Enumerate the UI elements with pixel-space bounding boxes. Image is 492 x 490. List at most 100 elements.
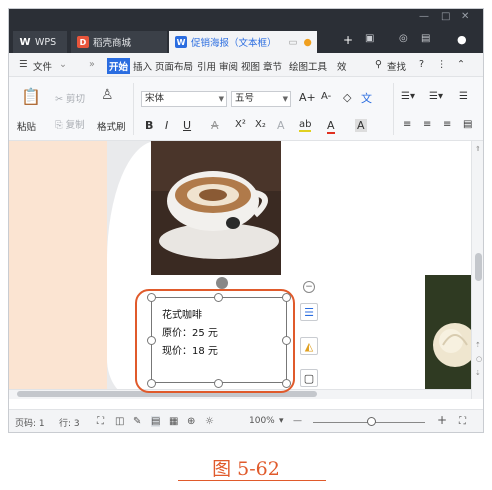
- resize-handle-b[interactable]: [214, 379, 223, 388]
- help-icon[interactable]: ?: [419, 59, 424, 70]
- scroll-up-icon[interactable]: ⇑: [475, 145, 481, 153]
- search-button[interactable]: 查找: [387, 59, 406, 73]
- chevron-down-icon[interactable]: ⌄: [59, 59, 67, 70]
- account-icon[interactable]: ◎: [399, 33, 408, 44]
- resize-handle-tr[interactable]: [282, 293, 291, 302]
- avatar[interactable]: ●: [457, 33, 467, 46]
- minimize-icon[interactable]: —: [419, 11, 429, 22]
- menu-file[interactable]: 文件: [33, 59, 52, 73]
- tab-drawing-tools[interactable]: 绘图工具: [289, 59, 327, 73]
- textbox-line-product[interactable]: 花式咖啡: [162, 306, 202, 321]
- tab-effects[interactable]: 效: [337, 59, 347, 73]
- new-tab-button[interactable]: +: [343, 33, 353, 47]
- bold-button[interactable]: B: [145, 119, 153, 132]
- grow-font-button[interactable]: A+: [299, 91, 316, 104]
- page-indicator[interactable]: 页码: 1: [15, 416, 45, 429]
- resize-handle-l[interactable]: [147, 336, 156, 345]
- next-page-icon[interactable]: ⇣: [475, 369, 481, 377]
- outline-button[interactable]: ▢: [300, 369, 318, 387]
- collapse-icon[interactable]: −: [303, 281, 315, 293]
- align-right-icon[interactable]: ≡: [443, 119, 451, 130]
- resize-handle-tl[interactable]: [147, 293, 156, 302]
- rose-image[interactable]: [425, 275, 471, 389]
- font-color-button[interactable]: A: [327, 119, 335, 134]
- char-shade-button[interactable]: A: [355, 119, 367, 132]
- resize-handle-br[interactable]: [282, 379, 291, 388]
- vertical-scrollbar[interactable]: ⇑ ⇡ ○ ⇣: [471, 141, 483, 399]
- fit-window-icon[interactable]: ⛶: [459, 416, 466, 427]
- tab-wps[interactable]: W WPS: [13, 31, 67, 53]
- font-size-value: 五号: [235, 93, 255, 104]
- paste-icon[interactable]: 📋: [21, 87, 41, 106]
- chevron-down-icon[interactable]: ▾: [279, 416, 284, 426]
- bullet-list-icon[interactable]: ☰▾: [401, 91, 415, 102]
- more-icon[interactable]: »: [89, 59, 95, 70]
- close-icon[interactable]: ✕: [461, 11, 469, 22]
- search-icon[interactable]: ⚲: [375, 59, 382, 70]
- tab-home[interactable]: 开始: [107, 58, 131, 74]
- tab-references[interactable]: 引用: [197, 59, 216, 73]
- window-icon[interactable]: ▤: [421, 33, 430, 44]
- italic-button[interactable]: I: [165, 119, 168, 132]
- numbered-list-icon[interactable]: ☰▾: [429, 91, 443, 102]
- paste-button[interactable]: 粘贴: [17, 119, 36, 133]
- tab-review[interactable]: 审阅: [219, 59, 238, 73]
- read-mode-icon[interactable]: ◫: [115, 416, 124, 427]
- tab-list-icon[interactable]: ▣: [365, 33, 374, 44]
- select-browse-icon[interactable]: ○: [476, 355, 482, 363]
- tab-chapter[interactable]: 章节: [263, 59, 282, 73]
- text-box[interactable]: 花式咖啡 原价：25 元 现价：18 元: [151, 297, 287, 383]
- layout-options-button[interactable]: ☰: [300, 303, 318, 321]
- scroll-thumb[interactable]: [475, 253, 482, 281]
- coffee-image[interactable]: [151, 141, 281, 275]
- clear-format-icon[interactable]: ◇: [343, 91, 351, 104]
- maximize-icon[interactable]: □: [441, 11, 450, 22]
- cut-button[interactable]: ✂ 剪切: [55, 91, 85, 105]
- multilevel-list-icon[interactable]: ☰: [459, 91, 468, 102]
- tab-view[interactable]: 视图: [241, 59, 260, 73]
- web-view-icon[interactable]: ⊕: [187, 416, 195, 427]
- rotate-handle-icon[interactable]: [216, 277, 228, 289]
- resize-handle-bl[interactable]: [147, 379, 156, 388]
- unsaved-dot-icon: ●: [303, 36, 312, 48]
- more-vertical-icon[interactable]: ⋮: [437, 59, 447, 70]
- page-view-icon[interactable]: ▤: [151, 416, 161, 427]
- format-painter-button[interactable]: 格式刷: [97, 119, 126, 133]
- eye-protect-icon[interactable]: ☼: [205, 416, 214, 427]
- tab-document[interactable]: W 促销海报（文本框） ▭ ●: [169, 31, 317, 53]
- copy-button[interactable]: ⎘ 复制: [55, 117, 85, 131]
- tab-insert[interactable]: 插入: [133, 59, 152, 73]
- collapse-ribbon-icon[interactable]: ⌃: [457, 59, 465, 70]
- zoom-slider-thumb[interactable]: [367, 417, 376, 426]
- hamburger-icon[interactable]: ☰: [19, 59, 28, 70]
- align-center-icon[interactable]: ≡: [423, 119, 431, 130]
- tab-docer-store[interactable]: D 稻壳商城: [71, 31, 167, 53]
- textbox-line-current-price[interactable]: 现价：18 元: [162, 342, 218, 357]
- resize-handle-r[interactable]: [282, 336, 291, 345]
- underline-button[interactable]: U: [183, 119, 191, 132]
- textbox-line-original-price[interactable]: 原价：25 元: [162, 324, 218, 339]
- zoom-in-button[interactable]: +: [437, 413, 447, 427]
- highlight-button[interactable]: ab: [299, 119, 312, 132]
- resize-handle-t[interactable]: [214, 293, 223, 302]
- font-name-select[interactable]: 宋体 ▼: [141, 91, 227, 107]
- format-painter-icon[interactable]: ♙: [101, 87, 114, 103]
- pinyin-button[interactable]: 文: [361, 90, 372, 106]
- fullscreen-icon[interactable]: ⛶: [97, 416, 104, 427]
- pin-icon[interactable]: ▭: [289, 37, 298, 48]
- font-size-select[interactable]: 五号 ▼: [231, 91, 291, 107]
- align-left-icon[interactable]: ≡: [403, 119, 411, 130]
- superscript-button[interactable]: X²: [235, 119, 246, 130]
- fill-button[interactable]: ◭: [300, 337, 318, 355]
- subscript-button[interactable]: X₂: [255, 119, 266, 130]
- zoom-level[interactable]: 100%: [249, 416, 275, 426]
- justify-icon[interactable]: ▤: [463, 119, 472, 130]
- prev-page-icon[interactable]: ⇡: [475, 341, 481, 349]
- outline-view-icon[interactable]: ▦: [169, 416, 178, 427]
- text-effect-button[interactable]: A: [277, 119, 285, 132]
- zoom-out-button[interactable]: —: [293, 416, 302, 426]
- tab-page-layout[interactable]: 页面布局: [155, 59, 193, 73]
- strikethrough-button[interactable]: A: [211, 119, 219, 132]
- pen-icon[interactable]: ✎: [133, 416, 141, 427]
- shrink-font-button[interactable]: A-: [321, 91, 331, 102]
